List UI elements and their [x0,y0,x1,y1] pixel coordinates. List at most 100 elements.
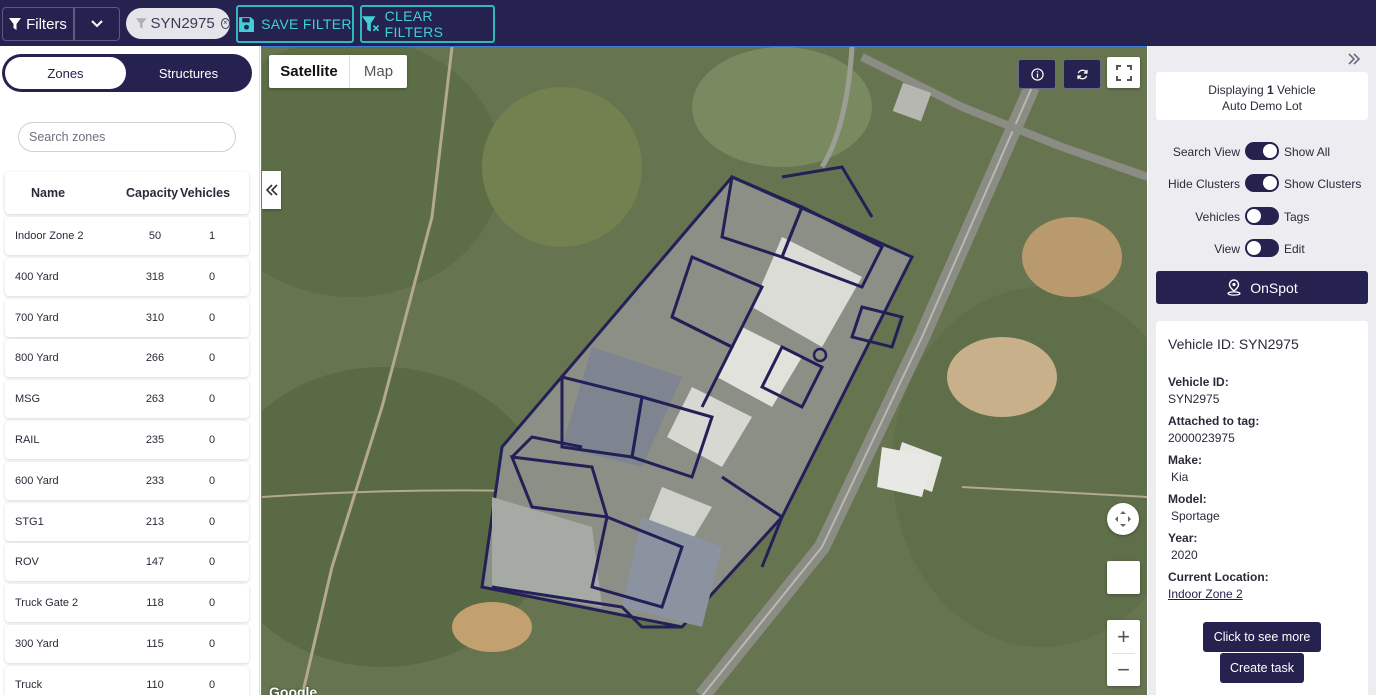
refresh-button[interactable] [1063,59,1101,89]
field-vehicle-id: Vehicle ID: SYN2975 [1168,375,1229,406]
onspot-button[interactable]: OnSpot [1156,271,1368,304]
zone-capacity: 235 [145,433,165,446]
zoom-out-button[interactable]: − [1107,653,1140,686]
table-row[interactable]: RAIL 235 0 [5,420,249,459]
map-square-control[interactable] [1107,561,1140,594]
zone-name: 400 Yard [15,270,59,283]
table-row[interactable]: 700 Yard 310 0 [5,298,249,337]
onspot-label: OnSpot [1250,279,1298,296]
view-edit-switch[interactable] [1245,239,1279,257]
zoom-in-icon: + [1117,623,1130,649]
toggle-view-edit: View Edit [1148,239,1376,259]
satellite-map[interactable]: Satellite Map + − Google [261,46,1147,695]
filter-icon [9,18,22,30]
search-zones-input[interactable] [18,122,236,152]
table-row[interactable]: 800 Yard 266 0 [5,339,249,378]
zone-capacity: 318 [145,270,165,283]
zone-name: Truck [15,678,43,691]
zone-capacity: 263 [145,393,165,406]
map-type-map[interactable]: Map [350,55,407,88]
switch-knob [1263,144,1277,158]
zones-table-body: Indoor Zone 2 50 1 400 Yard 318 0 700 Yard 31… [5,217,249,695]
zone-capacity: 110 [146,678,164,691]
clear-filters-button[interactable]: CLEAR FILTERS [360,5,495,43]
fullscreen-button[interactable] [1107,57,1140,88]
collapse-right-panel-button[interactable] [1347,48,1361,71]
info-button[interactable] [1018,59,1056,89]
vehicle-card: Vehicle ID: SYN2975 Vehicle ID: SYN2975 A… [1156,321,1368,695]
field-tag: Attached to tag: 2000023975 [1168,414,1259,445]
table-row[interactable]: Truck 110 0 [5,665,249,695]
zone-capacity: 233 [145,474,165,487]
toggle-left-label: Hide Clusters [1167,177,1240,191]
field-make: Make: Kia [1168,453,1202,484]
column-header-capacity[interactable]: Capacity [126,186,178,200]
filters-label: Filters [26,15,67,33]
pan-control[interactable] [1107,503,1139,535]
tab-structures[interactable]: Structures [128,57,249,89]
switch-knob [1247,209,1261,223]
save-filter-label: SAVE FILTER [261,16,352,32]
info-icon [1030,67,1044,81]
table-row[interactable]: 600 Yard 233 0 [5,461,249,500]
table-row[interactable]: ROV 147 0 [5,543,249,582]
zone-vehicles: 0 [208,433,216,446]
vehicle-detail-panel: Displaying 1 Vehicle Auto Demo Lot Searc… [1148,46,1376,695]
table-row[interactable]: Truck Gate 2 118 0 [5,584,249,623]
zone-capacity: 118 [146,597,164,610]
zone-vehicles: 0 [208,556,216,569]
filters-dropdown-button[interactable] [74,7,120,41]
save-filter-button[interactable]: SAVE FILTER [236,5,354,43]
field-value: Kia [1171,470,1189,484]
table-row[interactable]: STG1 213 0 [5,502,249,541]
field-model: Model: Sportage [1168,492,1220,523]
table-row[interactable]: 400 Yard 318 0 [5,257,249,296]
zone-capacity: 147 [145,556,165,569]
zones-structures-toggle: Zones Structures [2,54,252,92]
lot-name: Auto Demo Lot [1221,99,1303,113]
current-location-link[interactable]: Indoor Zone 2 [1168,587,1269,601]
zone-vehicles: 0 [208,393,216,406]
create-task-button[interactable]: Create task [1220,653,1304,683]
table-row[interactable]: MSG 263 0 [5,380,249,419]
zoom-in-button[interactable]: + [1107,620,1140,653]
zones-panel: Zones Structures Name Capacity Vehicles … [0,46,260,695]
location-pin-icon [1227,279,1241,296]
table-row[interactable]: 300 Yard 115 0 [5,624,249,663]
toggle-vehicles-tags: Vehicles Tags [1148,207,1376,227]
toggle-left-label: Vehicles [1195,210,1240,224]
zoom-control: + − [1107,620,1140,686]
displaying-suffix: Vehicle [1277,83,1316,97]
table-row[interactable]: Indoor Zone 2 50 1 [5,217,249,255]
map-type-satellite[interactable]: Satellite [269,55,350,88]
column-header-vehicles[interactable]: Vehicles [180,186,230,200]
zone-vehicles: 0 [208,311,216,324]
zone-name: 300 Yard [15,637,59,650]
field-value: Sportage [1171,509,1220,523]
switch-knob [1247,241,1261,255]
active-filter-chip[interactable]: SYN2975 × [126,8,230,39]
vehicles-tags-switch[interactable] [1245,207,1279,225]
zones-table-header: Name Capacity Vehicles [5,172,249,214]
remove-filter-icon[interactable]: × [220,18,230,29]
google-attribution[interactable]: Google [269,684,317,695]
clusters-switch[interactable] [1245,174,1279,192]
double-chevron-right-icon [1348,53,1361,65]
field-year: Year: 2020 [1168,531,1198,562]
tab-zones[interactable]: Zones [5,57,126,89]
toggle-clusters: Hide Clusters Show Clusters [1148,174,1376,194]
field-label: Make: [1168,453,1203,467]
field-value: 2000023975 [1168,431,1235,445]
map-imagery [262,47,1147,695]
zone-name: 600 Yard [15,474,59,487]
collapse-left-panel-button[interactable] [262,171,281,209]
switch-knob [1263,176,1277,190]
toggle-left-label: View [1214,242,1240,256]
zone-name: RAIL [15,433,40,446]
toggle-right-label: Show All [1284,145,1331,159]
column-header-name[interactable]: Name [31,186,65,200]
toggle-right-label: Edit [1284,242,1305,256]
search-view-switch[interactable] [1245,142,1279,160]
see-more-button[interactable]: Click to see more [1203,622,1321,652]
filters-button[interactable]: Filters [2,7,74,41]
